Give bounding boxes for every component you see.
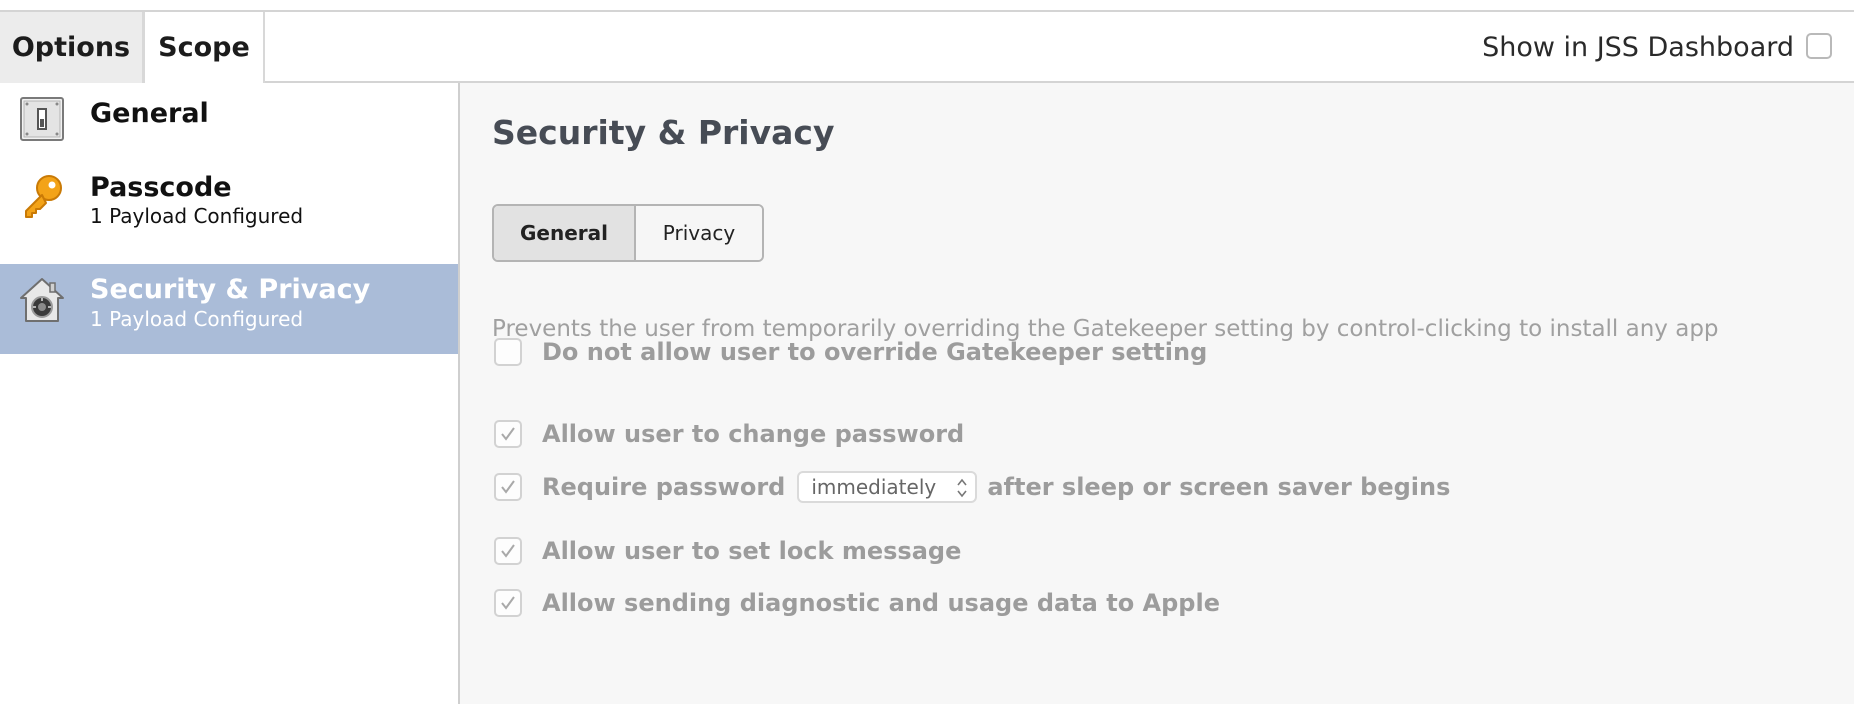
require-password-select-value: immediately: [811, 475, 937, 499]
segment-general[interactable]: General: [494, 206, 636, 260]
option-diagnostics: Allow sending diagnostic and usage data …: [494, 589, 1220, 617]
require-password-select[interactable]: immediately: [797, 471, 978, 503]
checkmark-icon: [501, 427, 515, 441]
require-password-checkbox[interactable]: [494, 473, 522, 501]
sidebar-item-security[interactable]: Security & Privacy 1 Payload Configured: [0, 264, 458, 354]
require-password-after-label: after sleep or screen saver begins: [987, 473, 1451, 501]
top-tab-bar: Options Scope Show in JSS Dashboard: [0, 10, 1854, 83]
payload-detail-panel: Security & Privacy General Privacy Do no…: [460, 83, 1854, 704]
gatekeeper-checkbox[interactable]: [494, 338, 522, 366]
checkmark-icon: [501, 596, 515, 610]
option-change-password: Allow user to change password: [494, 420, 964, 448]
key-icon: [18, 173, 66, 221]
checkmark-icon: [501, 480, 515, 494]
change-password-checkbox[interactable]: [494, 420, 522, 448]
option-require-password: Require password immediately after sleep…: [494, 471, 1450, 503]
payload-sidebar: General Passcode 1 Payload Configured Se…: [0, 83, 460, 704]
segmented-control: General Privacy: [492, 204, 764, 262]
change-password-label: Allow user to change password: [542, 420, 965, 448]
sidebar-item-title: General: [90, 98, 209, 129]
dashboard-checkbox[interactable]: [1806, 32, 1832, 59]
option-lock-message: Allow user to set lock message: [494, 537, 961, 565]
require-password-label: Require password: [542, 473, 786, 501]
dashboard-label: Show in JSS Dashboard: [1482, 32, 1794, 63]
lock-message-label: Allow user to set lock message: [542, 537, 962, 565]
sidebar-item-subtitle: 1 Payload Configured: [90, 204, 304, 228]
sidebar-item-title: Security & Privacy: [90, 274, 371, 305]
dashboard-toggle: Show in JSS Dashboard: [1482, 12, 1832, 83]
checkmark-icon: [501, 544, 515, 558]
diagnostics-label: Allow sending diagnostic and usage data …: [542, 589, 1220, 617]
gatekeeper-description: Prevents the user from temporarily overr…: [492, 316, 1719, 342]
lock-message-checkbox[interactable]: [494, 537, 522, 565]
security-house-icon: [18, 276, 66, 324]
option-gatekeeper: Do not allow user to override Gatekeeper…: [494, 338, 1207, 366]
tab-options[interactable]: Options: [0, 12, 145, 83]
sidebar-item-title: Passcode: [90, 172, 232, 203]
switch-icon: [18, 95, 66, 143]
page-title: Security & Privacy: [492, 113, 835, 152]
segment-privacy[interactable]: Privacy: [636, 206, 762, 260]
tab-scope[interactable]: Scope: [145, 12, 265, 83]
chevron-updown-icon: [957, 478, 967, 498]
gatekeeper-label: Do not allow user to override Gatekeeper…: [542, 338, 1208, 366]
diagnostics-checkbox[interactable]: [494, 589, 522, 617]
sidebar-item-subtitle: 1 Payload Configured: [90, 307, 304, 331]
sidebar-item-passcode[interactable]: Passcode 1 Payload Configured: [0, 149, 458, 239]
